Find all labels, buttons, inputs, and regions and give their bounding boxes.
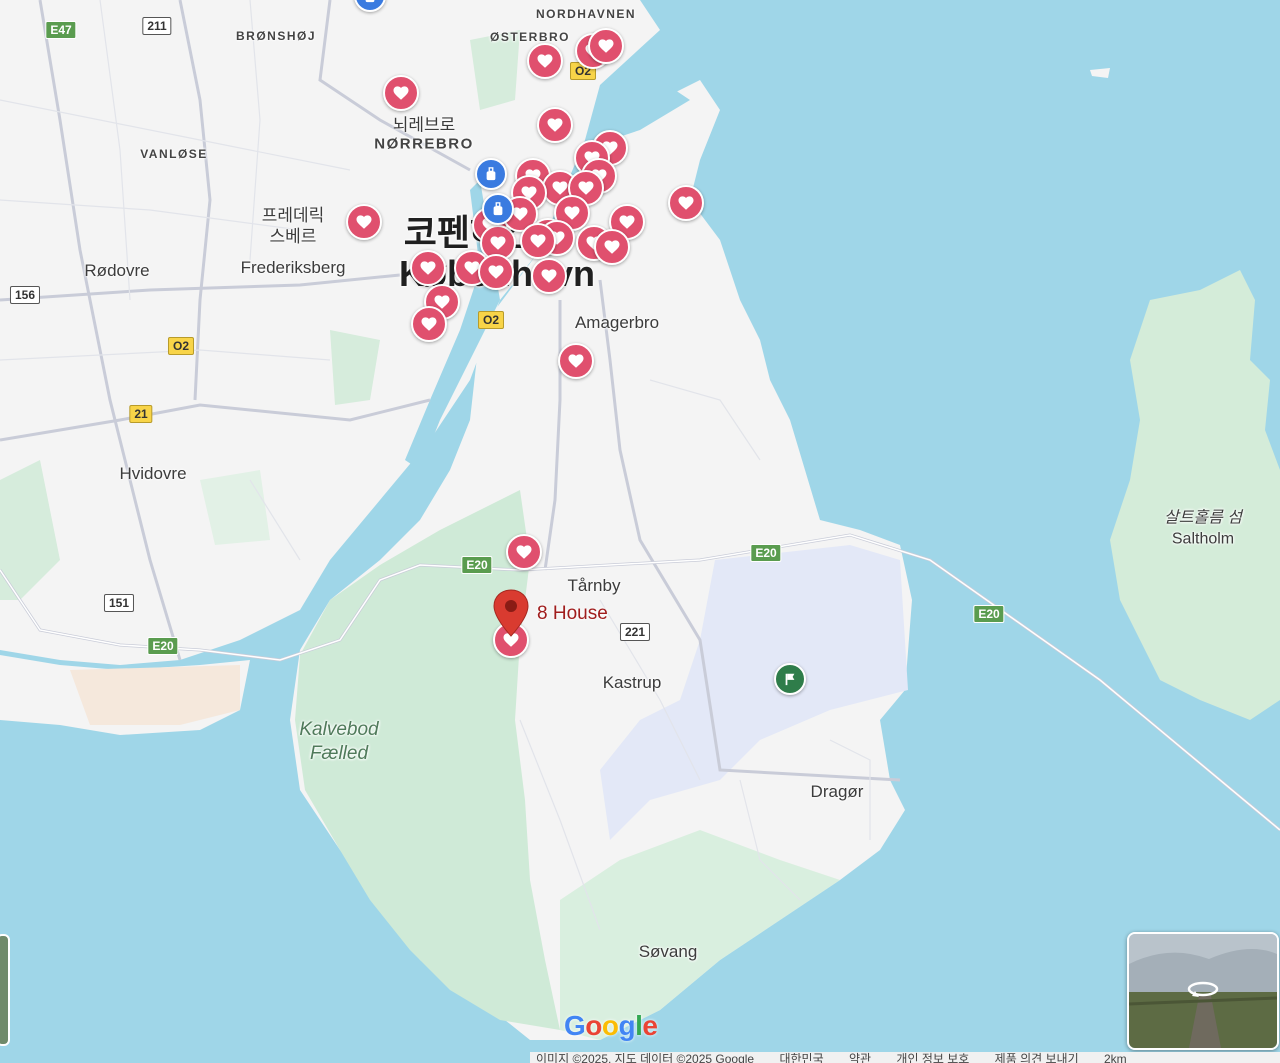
saved-place-marker[interactable]: [383, 75, 419, 111]
road-shield-e20: E20: [973, 605, 1005, 623]
heart-icon: [356, 215, 372, 229]
place-norrebro: NØRREBRO: [374, 135, 474, 153]
street-view-thumbnail[interactable]: [1127, 932, 1279, 1050]
place-saltholm-ko: 살트홀름 섬: [1163, 509, 1243, 527]
road-shield-211: 211: [142, 17, 172, 35]
place-frederiksberg: Frederiksberg: [240, 258, 346, 277]
saved-place-marker[interactable]: [594, 229, 630, 265]
selected-location-pin[interactable]: [492, 589, 530, 637]
footer-region[interactable]: 대한민국: [779, 1052, 823, 1063]
road-shield-21: 21: [129, 405, 153, 423]
road-shield-151: 151: [103, 594, 135, 612]
heart-icon: [547, 118, 563, 132]
footer-terms-link[interactable]: 약관: [849, 1052, 871, 1063]
street-view-thumbnail-left[interactable]: [0, 934, 10, 1046]
road-shield-221: 221: [619, 623, 651, 641]
heart-icon: [537, 54, 553, 68]
place-norrebro-ko: 뇌레브로: [392, 115, 456, 135]
road-shield-e20: E20: [147, 637, 179, 655]
map-footer: 이미지 ©2025, 지도 데이터 ©2025 Google 대한민국 약관 개…: [530, 1052, 1280, 1063]
place-kastrup: Kastrup: [602, 673, 662, 692]
heart-icon: [604, 240, 620, 254]
place-vanlose: VANLØSE: [140, 147, 208, 161]
road-shield-e20: E20: [750, 544, 782, 562]
hotel-marker[interactable]: [482, 193, 514, 225]
place-tarnby: Tårnby: [567, 576, 621, 595]
road-shield-e47: E47: [45, 21, 77, 39]
heart-icon: [420, 261, 436, 275]
place-amagerbro: Amagerbro: [574, 313, 660, 332]
saved-place-marker[interactable]: [478, 254, 514, 290]
place-rodovre: Rødovre: [84, 261, 150, 280]
google-logo: Google: [564, 1010, 658, 1041]
footer-feedback-link[interactable]: 제품 의견 보내기: [995, 1052, 1079, 1063]
place-sovang: Søvang: [638, 942, 698, 961]
flag-marker[interactable]: [774, 663, 806, 695]
heart-icon: [516, 545, 532, 559]
saved-place-marker[interactable]: [531, 258, 567, 294]
place-bronshoj: BRØNSHØJ: [235, 29, 317, 43]
heart-icon: [619, 215, 635, 229]
saved-place-marker[interactable]: [506, 534, 542, 570]
heart-icon: [393, 86, 409, 100]
heart-icon: [488, 265, 504, 279]
place-nordhavnen: NORDHAVNEN: [535, 7, 637, 21]
heart-icon: [490, 236, 506, 250]
rotate-360-icon: [1187, 981, 1219, 997]
saved-place-marker[interactable]: [537, 107, 573, 143]
place-hvidovre: Hvidovre: [119, 464, 187, 483]
road-shield-156: 156: [9, 286, 41, 304]
saved-place-marker[interactable]: [520, 223, 556, 259]
luggage-icon: [486, 167, 496, 181]
footer-scale[interactable]: 2km: [1104, 1052, 1127, 1063]
place-kalvebod-faelled: Kalvebod Fælled: [299, 719, 379, 764]
saved-place-marker[interactable]: [410, 250, 446, 286]
saved-place-marker[interactable]: [558, 343, 594, 379]
saved-place-marker[interactable]: [411, 306, 447, 342]
heart-icon: [568, 354, 584, 368]
saved-place-marker[interactable]: [668, 185, 704, 221]
saved-place-marker[interactable]: [346, 204, 382, 240]
luggage-icon: [493, 202, 503, 216]
place-osterbro: ØSTERBRO: [489, 30, 571, 44]
heart-icon: [541, 269, 557, 283]
place-saltholm: Saltholm: [1171, 530, 1235, 548]
saved-place-marker[interactable]: [527, 43, 563, 79]
road-shield-o2: O2: [167, 337, 195, 355]
heart-icon: [598, 39, 614, 53]
heart-icon: [421, 317, 437, 331]
road-shield-e20: E20: [461, 556, 493, 574]
selected-place-label[interactable]: 8 House: [537, 603, 608, 625]
heart-icon: [564, 206, 580, 220]
footer-privacy-link[interactable]: 개인 정보 보호: [896, 1052, 969, 1063]
hotel-marker[interactable]: [475, 158, 507, 190]
heart-icon: [578, 181, 594, 195]
flag-icon: [785, 673, 795, 686]
heart-icon: [552, 181, 568, 195]
road-shield-o2: O2: [477, 311, 505, 329]
saved-place-marker[interactable]: [588, 28, 624, 64]
place-dragor: Dragør: [810, 782, 864, 801]
footer-attribution: 이미지 ©2025, 지도 데이터 ©2025 Google: [536, 1052, 755, 1063]
heart-icon: [678, 196, 694, 210]
luggage-icon: [365, 0, 375, 3]
heart-icon: [530, 234, 546, 248]
